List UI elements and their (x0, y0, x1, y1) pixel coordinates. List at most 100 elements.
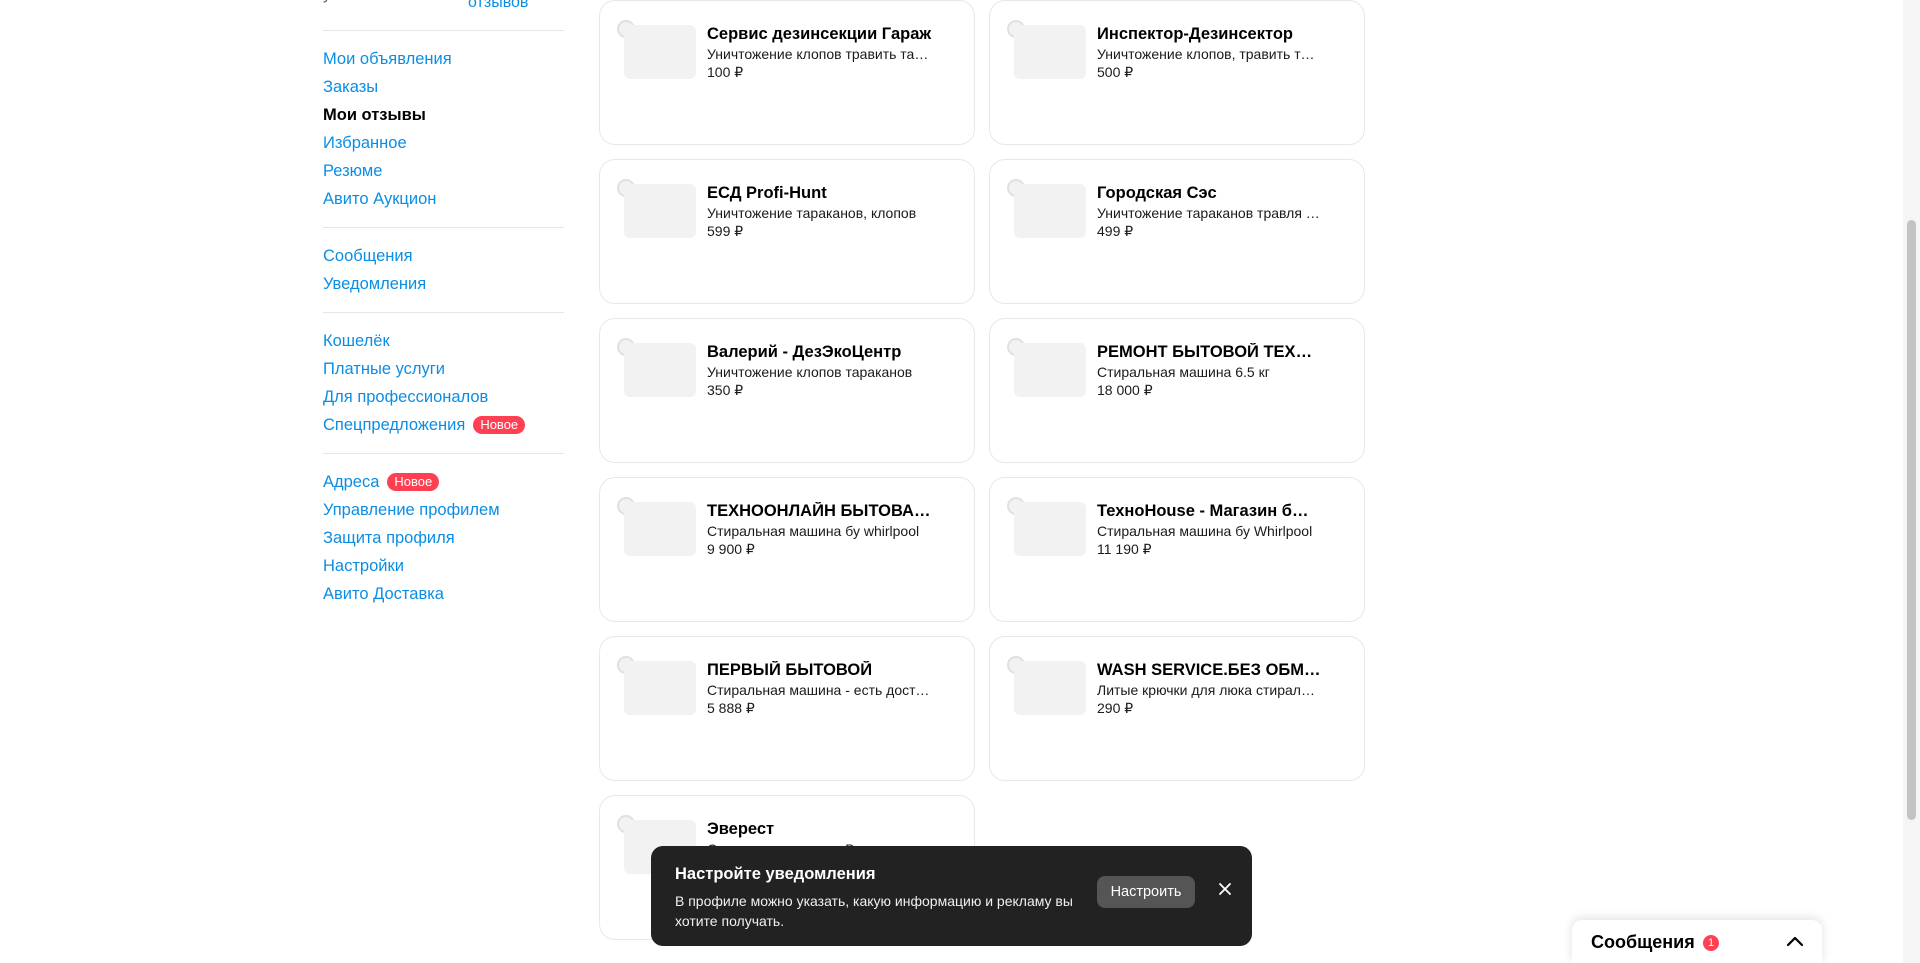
sidebar-item[interactable]: Резюме (323, 157, 564, 185)
item-title: ТехноHouse - Магазин бытовой (1097, 502, 1322, 520)
sidebar-item-label: Мои отзывы (323, 105, 426, 124)
rating-stub: у (323, 0, 331, 4)
profile-sidebar: у отзывов Мои объявления Заказы Мои отзывы… (323, 0, 564, 622)
sidebar-item[interactable]: Платные услуги (323, 355, 564, 383)
review-item-card[interactable]: ТехноHouse - Магазин бытовой Стиральная м… (989, 477, 1365, 622)
item-thumbnail (624, 661, 696, 715)
close-icon[interactable] (1216, 880, 1234, 898)
item-price: 290 ₽ (1097, 700, 1134, 716)
item-title: WASH SERVICE.БЕЗ ОБМАНА (1097, 661, 1322, 679)
sidebar-item-label: Настройки (323, 556, 404, 575)
sidebar-item[interactable]: Кошелёк (323, 327, 564, 355)
reviews-count-link[interactable]: отзывов (468, 0, 528, 12)
item-title: Валерий - ДезЭкоЦентр (707, 343, 902, 361)
new-badge: Новое (473, 416, 526, 434)
item-thumbnail (1014, 343, 1086, 397)
item-price: 499 ₽ (1097, 223, 1134, 239)
item-description: Литые крючки для люка стиральной (1097, 682, 1322, 698)
sidebar-item-label: Резюме (323, 161, 383, 180)
sidebar-item-label: Избранное (323, 133, 407, 152)
sidebar-item[interactable]: Сообщения (323, 242, 564, 270)
item-description: Стиральная машина бу whirlpool (707, 523, 920, 539)
item-price: 9 900 ₽ (707, 541, 755, 557)
review-item-card[interactable]: ПЕРВЫЙ БЫТОВОЙ Стиральная машина - есть д… (599, 636, 975, 781)
sidebar-item[interactable]: Авито Аукцион (323, 185, 564, 213)
item-price: 18 000 ₽ (1097, 382, 1153, 398)
sidebar-item-label: Авито Аукцион (323, 189, 437, 208)
sidebar-item-label: Мои объявления (323, 49, 452, 68)
sidebar-item[interactable]: Адреса Новое (323, 468, 564, 496)
sidebar-item[interactable]: Спецпредложения Новое (323, 411, 564, 439)
item-thumbnail (1014, 184, 1086, 238)
item-title: Сервис дезинсекции Гараж (707, 25, 932, 43)
page-scrollbar[interactable] (1903, 0, 1920, 963)
sidebar-item[interactable]: Мои объявления (323, 45, 564, 73)
item-price: 500 ₽ (1097, 64, 1134, 80)
item-price: 350 ₽ (707, 382, 744, 398)
item-description: Уничтожение клопов травить тараканов (707, 46, 932, 62)
item-title: РЕМОНТ БЫТОВОЙ ТЕХНИКИ (1097, 343, 1322, 361)
item-title: Городская Сэс (1097, 184, 1217, 202)
sidebar-group: Кошелёк Платные услуги Для профессионалов С… (323, 313, 564, 453)
item-title: ПЕРВЫЙ БЫТОВОЙ (707, 661, 873, 679)
review-item-card[interactable]: Городская Сэс Уничтожение тараканов травл… (989, 159, 1365, 304)
sidebar-item[interactable]: Авито Доставка (323, 580, 564, 608)
toast-text: В профиле можно указать, какую информаци… (675, 893, 1073, 929)
sidebar-item[interactable]: Для профессионалов (323, 383, 564, 411)
sidebar-item[interactable]: Защита профиля (323, 524, 564, 552)
sidebar-item[interactable]: Заказы (323, 73, 564, 101)
configure-button[interactable]: Настроить (1097, 876, 1195, 908)
messenger-label: Сообщения (1591, 932, 1695, 952)
sidebar-item[interactable]: Избранное (323, 129, 564, 157)
item-title: Эверест (707, 820, 775, 838)
sidebar-item[interactable]: Настройки (323, 552, 564, 580)
item-thumbnail (1014, 502, 1086, 556)
item-thumbnail (624, 25, 696, 79)
sidebar-item-label: Управление профилем (323, 500, 500, 519)
review-item-card[interactable]: РЕМОНТ БЫТОВОЙ ТЕХНИКИ Стиральная машина … (989, 318, 1365, 463)
review-item-card[interactable]: WASH SERVICE.БЕЗ ОБМАНА Литые крючки для … (989, 636, 1365, 781)
sidebar-item-label: Сообщения (323, 246, 413, 265)
item-price: 100 ₽ (707, 64, 744, 80)
item-title: Инспектор-Дезинсектор (1097, 25, 1293, 43)
toast-title: Настройте уведомления (675, 865, 876, 883)
sidebar-item-label: Заказы (323, 77, 379, 96)
sidebar-menu: Мои объявления Заказы Мои отзывы Избранное Р… (323, 31, 564, 622)
review-item-card[interactable]: Инспектор-Дезинсектор Уничтожение клопов,… (989, 0, 1365, 145)
chevron-up-icon[interactable] (1786, 934, 1804, 948)
item-description: Стиральная машина - есть доставка (707, 682, 932, 698)
item-price: 11 190 ₽ (1097, 541, 1152, 557)
sidebar-item-label: Адреса (323, 472, 380, 491)
notification-setup-toast: Настройте уведомления В профиле можно ук… (651, 846, 1252, 946)
sidebar-item-label: Уведомления (323, 274, 427, 293)
item-description: Уничтожение тараканов травля клопов (1097, 205, 1322, 221)
item-description: Уничтожение клопов, травить тараканов (1097, 46, 1322, 62)
sidebar-item[interactable]: Уведомления (323, 270, 564, 298)
review-item-card[interactable]: ЕСД Profi-Hunt Уничтожение тараканов, кло… (599, 159, 975, 304)
new-badge: Новое (387, 473, 440, 491)
sidebar-group: Мои объявления Заказы Мои отзывы Избранное Р… (323, 31, 564, 227)
item-description: Стиральная машина бу Whirlpool (1097, 523, 1313, 539)
sidebar-group: Адреса Новое Управление профилем Защита про… (323, 454, 564, 622)
scrollbar-thumb[interactable] (1907, 220, 1916, 820)
messenger-widget[interactable]: Сообщения 1 (1572, 920, 1822, 963)
item-price: 599 ₽ (707, 223, 744, 239)
review-item-card[interactable]: ТЕХНООНЛАЙН БЫТОВАЯ ТЕХНИКА Стиральная ма… (599, 477, 975, 622)
review-item-card[interactable]: Сервис дезинсекции Гараж Уничтожение клоп… (599, 0, 975, 145)
item-thumbnail (1014, 25, 1086, 79)
item-thumbnail (624, 502, 696, 556)
item-description: Стиральная машина 6.5 кг (1097, 364, 1270, 380)
sidebar-item-label: Кошелёк (323, 331, 390, 350)
review-item-card[interactable]: Валерий - ДезЭкоЦентр Уничтожение клопов … (599, 318, 975, 463)
item-thumbnail (1014, 661, 1086, 715)
item-thumbnail (624, 343, 696, 397)
sidebar-item-label: Защита профиля (323, 528, 455, 547)
sidebar-item[interactable]: Управление профилем (323, 496, 564, 524)
sidebar-item-label: Для профессионалов (323, 387, 489, 406)
sidebar-item-label: Платные услуги (323, 359, 446, 378)
sidebar-item[interactable]: Мои отзывы (323, 101, 564, 129)
item-description: Уничтожение тараканов, клопов (707, 205, 917, 221)
unread-count-badge: 1 (1703, 935, 1719, 951)
sidebar-group: Сообщения Уведомления (323, 228, 564, 312)
sidebar-top: у отзывов (323, 0, 564, 30)
